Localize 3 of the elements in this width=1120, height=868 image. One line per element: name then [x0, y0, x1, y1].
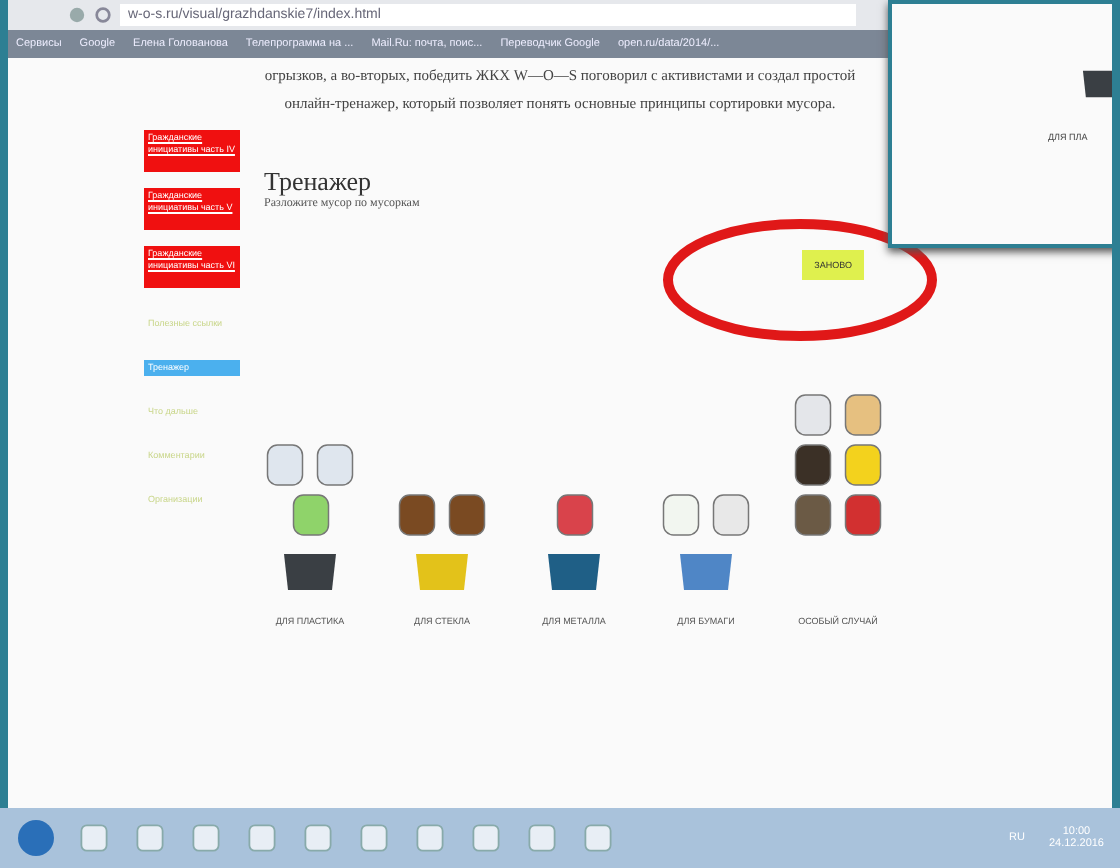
page-title: Тренажер	[264, 166, 374, 198]
start-button[interactable]	[16, 818, 56, 858]
reload-icon[interactable]	[94, 6, 112, 24]
